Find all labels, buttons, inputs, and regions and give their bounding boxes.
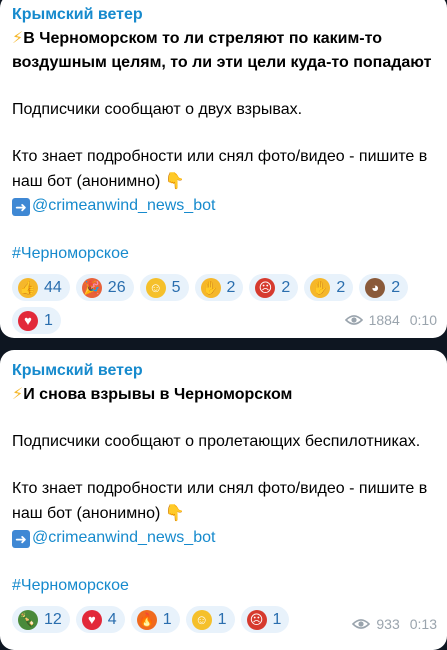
reaction-count: 44 [44, 278, 62, 296]
lightning-icon: ⚡ [12, 384, 24, 403]
red-heart-icon: ♥ [18, 310, 38, 331]
reaction-count: 2 [336, 278, 346, 296]
eye-icon [352, 619, 371, 629]
reaction-angry-face[interactable]: ☹ 2 [249, 274, 299, 301]
angry-face-icon: ☹ [246, 609, 267, 630]
channel-post[interactable]: Крымский ветер ⚡В Черноморском то ли стр… [0, 0, 447, 338]
reaction-thumbs-up[interactable]: 👍 44 [12, 274, 70, 301]
pointing-down-icon: 👇 [164, 503, 185, 522]
pointing-down-icon: 👇 [164, 171, 185, 190]
reaction-party-popper[interactable]: 🎉 26 [75, 274, 134, 301]
reaction-count: 26 [107, 278, 126, 296]
champagne-bottle-icon: 🍾 [18, 609, 38, 630]
folded-hands-icon: ✋ [310, 277, 331, 298]
see-no-evil-monkey-icon: ◕ [365, 277, 386, 298]
bot-link-line: ➜ @crimeanwind_news_bot [12, 526, 435, 550]
bot-link-line: ➜ @crimeanwind_news_bot [12, 194, 435, 218]
reaction-see-no-evil-monkey[interactable]: ◕ 2 [359, 274, 409, 301]
reaction-count: 2 [391, 278, 401, 296]
post-body: Подписчики сообщают о пролетающих беспил… [12, 433, 421, 450]
thumbs-up-icon: 👍 [18, 277, 38, 298]
reaction-count: 2 [281, 278, 291, 296]
post-meta: 933 0:13 [352, 616, 437, 632]
reaction-count: 1 [44, 311, 53, 329]
view-count: 1884 [368, 312, 400, 328]
reaction-clapping-hands[interactable]: ✋ 2 [194, 274, 244, 301]
reaction-count: 1 [272, 610, 282, 628]
lightning-icon: ⚡ [12, 28, 24, 47]
channel-name[interactable]: Крымский ветер [12, 360, 435, 382]
grinning-face-icon: ☺ [145, 277, 166, 298]
post-time: 0:10 [409, 312, 437, 328]
reaction-red-heart[interactable]: ♥ 1 [12, 307, 61, 334]
channel-name[interactable]: Крымский ветер [12, 4, 435, 26]
reaction-count: 12 [44, 610, 62, 628]
post-body: Подписчики сообщают о двух взрывах. [12, 101, 303, 118]
reaction-grinning-face[interactable]: ☺ 1 [185, 606, 235, 633]
post-meta: 1884 0:10 [344, 312, 437, 328]
reaction-count: 1 [217, 610, 227, 628]
post-cta: Кто знает подробности или снял фото/виде… [12, 145, 435, 194]
view-count: 933 [376, 616, 400, 632]
reaction-fire[interactable]: 🔥 1 [130, 606, 180, 633]
grinning-face-icon: ☺ [191, 609, 212, 630]
red-heart-icon: ♥ [81, 609, 102, 630]
post-headline: ⚡И снова взрывы в Черноморском [12, 382, 435, 407]
eye-icon [344, 315, 363, 325]
reaction-champagne-bottle[interactable]: 🍾 12 [12, 606, 70, 633]
reaction-grinning-face[interactable]: ☺ 5 [139, 274, 189, 301]
reaction-count: 4 [107, 610, 117, 628]
reaction-red-heart[interactable]: ♥ 4 [75, 606, 125, 633]
hashtag[interactable]: #Черноморское [12, 242, 435, 266]
message-feed: Крымский ветер ⚡В Черноморском то ли стр… [0, 0, 447, 650]
bot-link[interactable]: @crimeanwind_news_bot [32, 529, 215, 546]
right-arrow-icon: ➜ [12, 198, 30, 216]
party-popper-icon: 🎉 [81, 277, 102, 298]
post-time: 0:13 [409, 616, 437, 632]
reaction-count: 2 [226, 278, 236, 296]
angry-face-icon: ☹ [255, 277, 276, 298]
reaction-folded-hands[interactable]: ✋ 2 [304, 274, 354, 301]
bot-link[interactable]: @crimeanwind_news_bot [32, 197, 215, 214]
reaction-angry-face[interactable]: ☹ 1 [240, 606, 290, 633]
clapping-hands-icon: ✋ [200, 277, 221, 298]
reaction-count: 1 [162, 610, 172, 628]
hashtag[interactable]: #Черноморское [12, 574, 435, 598]
fire-icon: 🔥 [136, 609, 157, 630]
channel-post[interactable]: Крымский ветер ⚡И снова взрывы в Черномо… [0, 350, 447, 650]
post-cta: Кто знает подробности или снял фото/виде… [12, 477, 435, 526]
post-headline: ⚡В Черноморском то ли стреляют по каким-… [12, 28, 432, 71]
right-arrow-icon: ➜ [12, 530, 30, 548]
reaction-count: 5 [171, 278, 181, 296]
